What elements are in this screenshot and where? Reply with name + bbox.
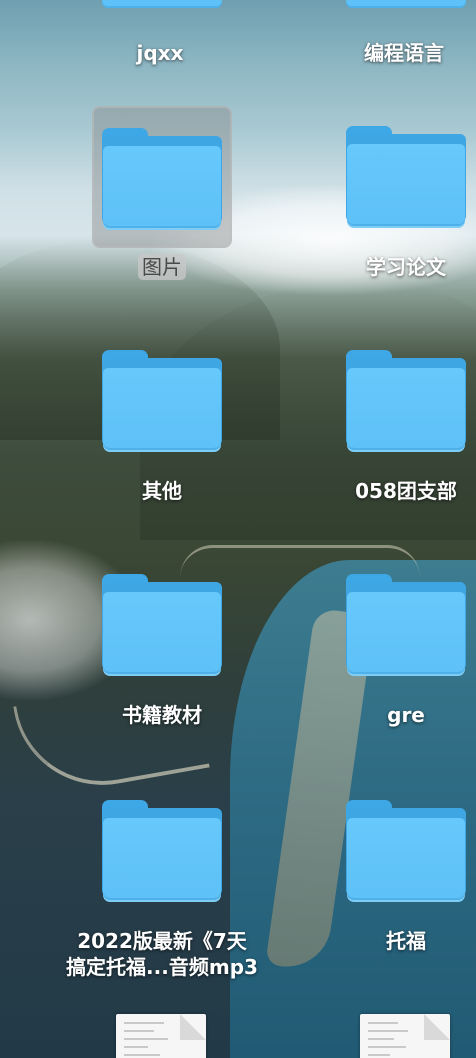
folder-wrap	[336, 106, 476, 248]
document-icon[interactable]	[116, 1014, 206, 1058]
folder-icon[interactable]	[346, 0, 466, 6]
desktop-item-xuexilunwen[interactable]: 学习论文	[316, 106, 476, 280]
desktop-item-qita[interactable]: 其他	[72, 330, 252, 504]
folder-icon	[102, 128, 222, 226]
desktop-item-label: gre	[387, 703, 425, 727]
folder-wrap	[92, 554, 232, 696]
desktop[interactable]: jqxx 编程语言 图片 学习论文 其他 058团支部 书籍教材 gre 202…	[0, 0, 476, 1058]
folder-wrap	[336, 780, 476, 922]
desktop-item-tuofu[interactable]: 托福	[316, 780, 476, 954]
desktop-item-tupian[interactable]: 图片	[72, 106, 252, 280]
folder-wrap	[92, 780, 232, 922]
folder-icon[interactable]	[102, 0, 222, 6]
desktop-item-label: 托福	[386, 929, 426, 953]
folder-wrap	[336, 330, 476, 472]
folder-icon	[346, 350, 466, 448]
folder-icon	[346, 574, 466, 672]
desktop-item-tuofu2022[interactable]: 2022版最新《7天 搞定托福...音频mp3	[32, 780, 292, 980]
desktop-item-label: jqxx	[136, 41, 184, 65]
folder-icon	[102, 574, 222, 672]
desktop-item-label: 书籍教材	[122, 703, 202, 727]
desktop-item-biancheng[interactable]: 编程语言	[314, 34, 476, 66]
desktop-item-gre[interactable]: gre	[316, 554, 476, 728]
desktop-item-label: 058团支部	[355, 479, 457, 503]
desktop-item-label: 图片	[138, 254, 186, 280]
folder-icon	[102, 800, 222, 898]
desktop-item-tuanzhibu[interactable]: 058团支部	[316, 330, 476, 504]
desktop-item-label: 编程语言	[364, 41, 444, 65]
desktop-item-label: 其他	[142, 479, 182, 503]
desktop-item-jqxx[interactable]: jqxx	[70, 34, 250, 66]
desktop-item-shuji[interactable]: 书籍教材	[72, 554, 252, 728]
desktop-item-label: 学习论文	[366, 255, 446, 279]
document-icon[interactable]	[360, 1014, 450, 1058]
folder-icon	[346, 800, 466, 898]
desktop-item-label: 2022版最新《7天 搞定托福...音频mp3	[66, 929, 258, 979]
selection-highlight	[92, 106, 232, 248]
folder-icon	[346, 126, 466, 224]
folder-wrap	[92, 330, 232, 472]
folder-icon	[102, 350, 222, 448]
folder-wrap	[336, 554, 476, 696]
